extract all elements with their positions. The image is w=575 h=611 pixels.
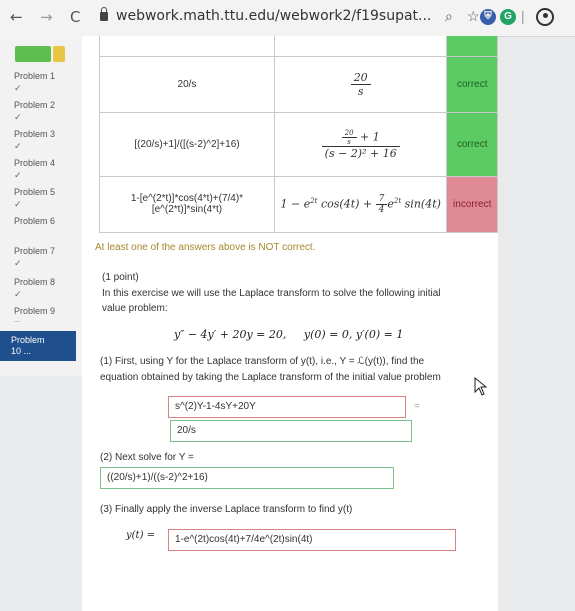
table-cell — [273, 36, 448, 57]
ellipsis-icon: ... — [14, 317, 20, 324]
profile-avatar-icon[interactable] — [536, 8, 554, 26]
sidebar-active-label-1: Problem — [11, 335, 45, 345]
equals-sign: = — [414, 401, 420, 412]
check-icon: ✓ — [14, 83, 22, 93]
status-badge: incorrect — [446, 175, 498, 233]
warning-message: At least one of the answers above is NOT… — [95, 242, 316, 253]
status-badge: correct — [446, 55, 498, 113]
sidebar-item-problem-5[interactable]: Problem 5 — [14, 187, 55, 197]
table-row — [99, 36, 498, 57]
sidebar-item-problem-7[interactable]: Problem 7 — [14, 246, 55, 256]
star-icon[interactable]: ☆ — [467, 8, 480, 25]
points-label: (1 point) — [102, 272, 139, 283]
shield-extension-icon[interactable]: ⛨ — [480, 9, 496, 25]
answer-input-y[interactable]: ((20/s)+1)/((s-2)^2+16) — [100, 467, 394, 489]
part1-text-1: (1) First, using Y for the Laplace trans… — [100, 356, 425, 367]
preview-cell: 20 s + 1 (s − 2)² + 16 — [273, 111, 448, 177]
check-icon: ✓ — [14, 258, 22, 268]
part1-text-2: equation obtained by taking the Laplace … — [100, 372, 441, 383]
sidebar-item-problem-9[interactable]: Problem 9 — [14, 306, 55, 316]
forward-button[interactable]: → — [40, 8, 53, 26]
preview-cell: 1 − e2t cos(4t) + 7 4 e2t sin(4t) — [273, 175, 448, 233]
table-row: 20/s 20 s correct — [99, 55, 498, 113]
answer-input-left[interactable]: s^(2)Y-1-4sY+20Y — [168, 396, 406, 418]
sidebar-item-problem-10-active[interactable]: Problem 10 ... — [0, 331, 76, 361]
problem-content: 20/s 20 s correct [(20/s)+1]/([(s-2)^2]+… — [82, 36, 498, 611]
url-text: webwork.math.ttu.edu/webwork2/f19supat..… — [116, 8, 432, 24]
table-row: 1-[e^(2*t)]*cos(4*t)+(7/4)* [e^(2*t)]*si… — [99, 175, 498, 233]
check-icon: ✓ — [14, 170, 22, 180]
sidebar-active-label-2: 10 ... — [11, 346, 32, 356]
status-badge: correct — [446, 111, 498, 177]
status-buttons — [15, 46, 65, 62]
answer-results-table: 20/s 20 s correct [(20/s)+1]/([(s-2)^2]+… — [99, 36, 498, 233]
check-icon: ✓ — [14, 141, 22, 151]
check-icon: ✓ — [14, 289, 22, 299]
entered-answer-cell: [(20/s)+1]/([(s-2)^2]+16) — [99, 111, 275, 177]
yt-label: y(t) = — [126, 530, 156, 541]
sidebar-item-problem-1[interactable]: Problem 1 — [14, 71, 55, 81]
answer-input-yt[interactable]: 1-e^(2t)cos(4t)+7/4e^(2t)sin(4t) — [168, 529, 456, 551]
sidebar-item-problem-8[interactable]: Problem 8 — [14, 277, 55, 287]
sidebar-item-problem-4[interactable]: Problem 4 — [14, 158, 55, 168]
table-row: [(20/s)+1]/([(s-2)^2]+16) 20 s + 1 (s − 2… — [99, 111, 498, 177]
sidebar-item-problem-6[interactable]: Problem 6 — [14, 216, 55, 226]
grammarly-extension-icon[interactable]: G — [500, 9, 516, 25]
back-button[interactable]: ← — [10, 8, 23, 26]
differential-equation: y″ − 4y′ + 20y = 20, y(0) = 0, y′(0) = 1 — [174, 328, 404, 341]
table-cell — [446, 36, 498, 57]
lock-icon — [100, 7, 108, 21]
entered-answer-cell: 20/s — [99, 55, 275, 113]
answer-input-right[interactable]: 20/s — [170, 420, 412, 442]
preview-fraction: 20 s + 1 (s − 2)² + 16 — [321, 129, 400, 160]
part3-text: (3) Finally apply the inverse Laplace tr… — [100, 504, 353, 515]
yellow-status-button[interactable] — [53, 46, 65, 62]
search-icon[interactable]: ⌕ — [445, 8, 453, 25]
preview-cell: 20 s — [273, 55, 448, 113]
part2-text: (2) Next solve for Y = — [100, 452, 194, 463]
check-icon: ✓ — [14, 199, 22, 209]
intro-text-2: value problem: — [102, 303, 168, 314]
check-icon: ✓ — [14, 112, 22, 122]
problem-list-sidebar: Problem 1 ✓ Problem 2 ✓ Problem 3 ✓ Prob… — [0, 36, 82, 376]
intro-text-1: In this exercise we will use the Laplace… — [102, 288, 441, 299]
preview-fraction: 20 s — [350, 71, 371, 98]
green-status-button[interactable] — [15, 46, 51, 62]
menu-divider: | — [521, 8, 525, 24]
mouse-pointer-icon — [474, 377, 488, 396]
table-cell — [99, 36, 275, 57]
address-bar[interactable]: webwork.math.ttu.edu/webwork2/f19supat..… — [100, 7, 440, 28]
entered-answer-cell: 1-[e^(2*t)]*cos(4*t)+(7/4)* [e^(2*t)]*si… — [99, 175, 275, 233]
browser-toolbar: ← → C webwork.math.ttu.edu/webwork2/f19s… — [0, 0, 575, 37]
reload-button[interactable]: C — [70, 8, 80, 26]
sidebar-item-problem-2[interactable]: Problem 2 — [14, 100, 55, 110]
sidebar-item-problem-3[interactable]: Problem 3 — [14, 129, 55, 139]
